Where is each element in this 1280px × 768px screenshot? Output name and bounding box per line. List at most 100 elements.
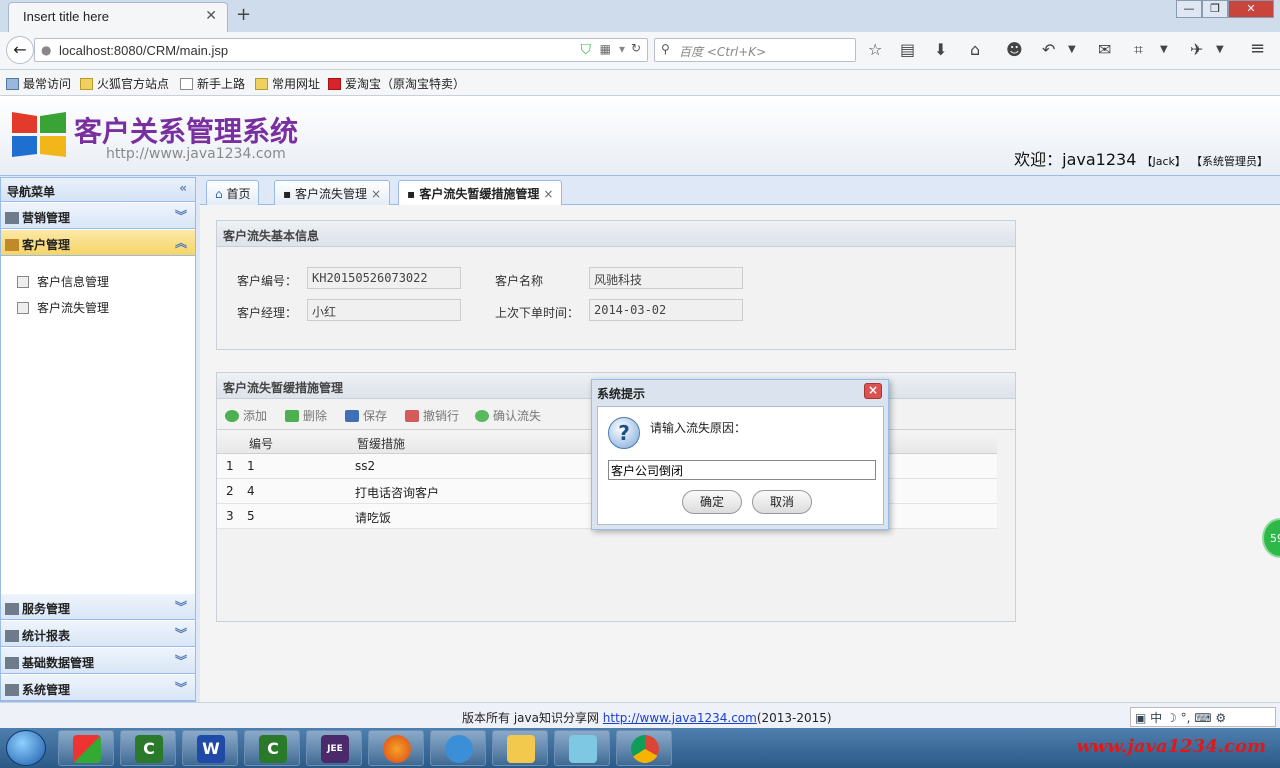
taskbar-app[interactable]: C [244, 730, 300, 766]
customer-icon [5, 239, 19, 251]
delete-button[interactable]: 删除 [285, 407, 327, 424]
nav-header: 导航菜单 « [1, 178, 195, 202]
sidebar-item-basic-data[interactable]: 基础数据管理 ︾ [1, 648, 195, 674]
start-button-icon[interactable] [6, 730, 46, 766]
page-icon: ▪ [283, 187, 292, 201]
row-no: 5 [247, 509, 255, 523]
menu-icon[interactable]: ≡ [1250, 38, 1265, 59]
sidebar-item-system[interactable]: 系统管理 ︾ [1, 675, 195, 701]
taskbar-app[interactable] [554, 730, 610, 766]
minimize-icon[interactable]: — [1176, 0, 1202, 18]
window-close-icon[interactable]: ✕ [1228, 0, 1274, 18]
address-bar[interactable]: ● localhost:8080/CRM/main.jsp ⛉ ▦ ▾ ↻ [34, 38, 648, 62]
close-icon[interactable]: × [864, 383, 882, 399]
sidebar-item-customer-info[interactable]: 客户信息管理 [17, 273, 109, 290]
sidebar-item-reports[interactable]: 统计报表 ︾ [1, 621, 195, 647]
button-label: 添加 [243, 409, 268, 423]
ok-button[interactable]: 确定 [682, 490, 742, 514]
tab-label: 客户流失管理 [294, 187, 367, 201]
collapse-icon[interactable]: « [179, 181, 187, 195]
new-tab-icon[interactable]: + [236, 4, 251, 25]
last-order-field[interactable]: 2014-03-02 [589, 299, 743, 321]
bookmark-most-visited[interactable]: 最常访问 [6, 75, 71, 92]
taskbar-app[interactable] [492, 730, 548, 766]
tab-home[interactable]: ⌂ 首页 [206, 180, 260, 205]
chat-icon[interactable]: ☻ [1006, 40, 1023, 59]
close-tab-icon[interactable]: ✕ [205, 8, 217, 24]
extension-icon[interactable]: ✈ [1190, 40, 1203, 59]
last-order-label: 上次下单时间： [495, 306, 580, 320]
nav-sidebar: 导航菜单 « 营销管理 ︾ 客户管理 ︽ 客户信息管理 客户流失管理 服务管理 … [0, 177, 196, 702]
row-no: 4 [247, 484, 255, 498]
crop-icon[interactable]: ⌗ [1134, 40, 1143, 60]
app-logo-icon [10, 108, 68, 160]
search-box[interactable]: ⚲ 百度 <Ctrl+K> [654, 38, 856, 62]
undo-row-button[interactable]: 撤销行 [405, 407, 459, 424]
bookmark-getting-started[interactable]: 新手上路 [180, 75, 245, 92]
chevron-down-icon[interactable]: ▼ [1216, 44, 1224, 55]
bookmark-firefox[interactable]: 火狐官方站点 [80, 75, 169, 92]
shield-icon: ⛉ [580, 42, 592, 58]
tab-customer-loss[interactable]: ▪ 客户流失管理 × [274, 180, 391, 205]
reading-list-icon[interactable]: ▤ [900, 40, 915, 59]
taskbar-app[interactable] [430, 730, 486, 766]
qr-icon[interactable]: ▦ [600, 42, 611, 56]
chevron-down-icon[interactable]: ▼ [1068, 44, 1076, 55]
customer-no-field[interactable]: KH20150526073022 [307, 267, 461, 289]
app-header: 客户关系管理系统 http://www.java1234.com 欢迎：java… [0, 96, 1280, 176]
customer-name-label: 客户名称 [495, 274, 544, 288]
search-placeholder: 百度 <Ctrl+K> [679, 45, 767, 59]
taskbar-app[interactable]: C [120, 730, 176, 766]
sidebar-item-customer[interactable]: 客户管理 ︽ [1, 230, 195, 256]
save-button[interactable]: 保存 [345, 407, 387, 424]
maximize-icon[interactable]: ❐ [1202, 0, 1228, 18]
comment-icon[interactable]: ✉ [1098, 40, 1111, 59]
sidebar-item-customer-loss[interactable]: 客户流失管理 [17, 299, 109, 316]
row-index: 1 [226, 459, 234, 473]
chevron-down-icon: ︾ [174, 209, 187, 223]
copyright-text: 版本所有 java知识分享网 http://www.java1234.com(2… [462, 709, 832, 726]
taskbar-app[interactable]: JEE [306, 730, 362, 766]
bookmark-common[interactable]: 常用网址 [255, 75, 320, 92]
reload-icon[interactable]: ↻ [631, 41, 641, 55]
search-icon: ⚲ [661, 42, 670, 56]
prompt-dialog: 系统提示 × ? 请输入流失原因： 确定 取消 [591, 379, 889, 530]
chevron-down-icon[interactable]: ▼ [1160, 44, 1168, 55]
sidebar-item-marketing[interactable]: 营销管理 ︾ [1, 203, 195, 229]
undo-icon[interactable]: ↶ [1042, 40, 1055, 59]
star-icon[interactable]: ☆ [868, 40, 882, 59]
sidebar-item-label: 统计报表 [22, 629, 71, 643]
taskbar-app[interactable] [616, 730, 672, 766]
content-tabs: ⌂ 首页 ▪ 客户流失管理 × ▪ 客户流失暂缓措施管理 × [200, 177, 1280, 206]
dropdown-icon[interactable]: ▾ [619, 42, 625, 56]
cancel-button[interactable]: 取消 [752, 490, 812, 514]
download-icon[interactable]: ⬇ [934, 40, 947, 59]
close-icon[interactable]: × [371, 187, 381, 201]
home-icon[interactable]: ⌂ [970, 40, 980, 59]
loss-reason-input[interactable] [608, 460, 876, 480]
gear-icon [5, 684, 19, 696]
tab-loss-measures[interactable]: ▪ 客户流失暂缓措施管理 × [398, 180, 563, 206]
footer-link[interactable]: http://www.java1234.com [603, 711, 757, 725]
bookmark-taobao[interactable]: 爱淘宝（原淘宝特卖） [328, 75, 465, 92]
customer-no-label: 客户编号： [237, 274, 298, 288]
browser-toolbar: ← ● localhost:8080/CRM/main.jsp ⛉ ▦ ▾ ↻ … [0, 32, 1280, 70]
ime-toolbar[interactable]: ▣ 中 ☽ °, ⌨ ⚙ [1130, 707, 1276, 727]
close-icon[interactable]: × [543, 187, 553, 201]
customer-name-field[interactable]: 风驰科技 [589, 267, 743, 289]
sidebar-item-service[interactable]: 服务管理 ︾ [1, 594, 195, 620]
browser-tab[interactable]: Insert title here ✕ [8, 2, 228, 32]
app-icon [445, 735, 473, 763]
taskbar-app[interactable]: W [182, 730, 238, 766]
app-icon: C [135, 735, 163, 763]
add-button[interactable]: 添加 [225, 407, 267, 424]
os-taskbar: C W C JEE www.java1234.com [0, 728, 1280, 768]
back-arrow-icon[interactable]: ← [6, 36, 34, 64]
undo-icon [405, 410, 419, 422]
confirm-loss-button[interactable]: 确认流失 [475, 407, 541, 424]
manager-field[interactable]: 小红 [307, 299, 461, 321]
row-measure: ss2 [355, 459, 376, 473]
column-header-no[interactable]: 编号 [243, 430, 351, 454]
taskbar-app[interactable] [368, 730, 424, 766]
taskbar-app[interactable] [58, 730, 114, 766]
